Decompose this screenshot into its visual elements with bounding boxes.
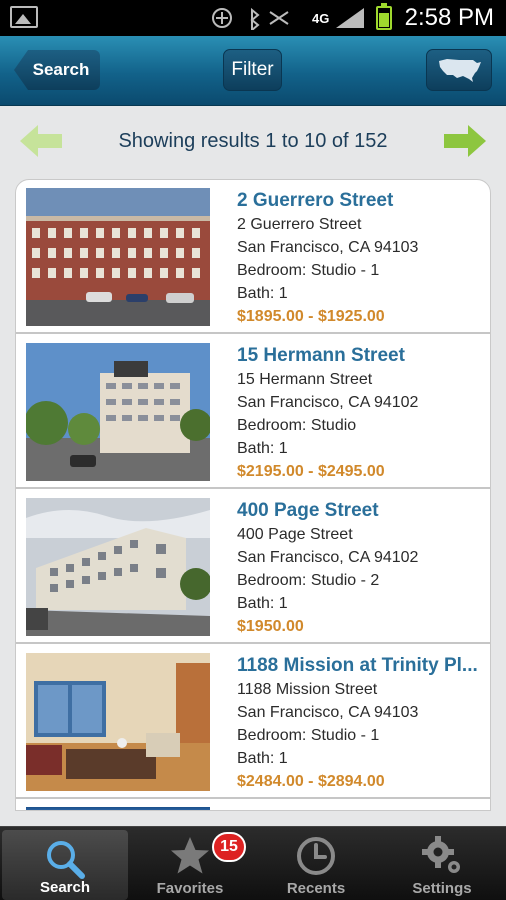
listing-address: 15 Hermann Street xyxy=(237,371,373,388)
status-time: 2:58 PM xyxy=(404,4,494,31)
listing-item[interactable]: 2 Guerrero Street 2 Guerrero Street San … xyxy=(16,180,490,334)
listing-results: 2 Guerrero Street 2 Guerrero Street San … xyxy=(15,179,491,811)
back-search-button[interactable]: Search xyxy=(14,50,100,90)
bottom-tab-bar: Search Favorites Recents Settings xyxy=(0,826,506,900)
listing-address: 1188 Mission Street xyxy=(237,681,378,698)
listing-title[interactable]: 400 Page Street xyxy=(237,500,482,524)
listing-city: San Francisco, CA 94103 xyxy=(237,704,419,721)
listing-photo xyxy=(26,188,210,326)
listing-bath: Bath: 1 xyxy=(237,595,288,612)
listing-bedroom: Bedroom: Studio - 2 xyxy=(237,572,380,589)
usa-map-icon xyxy=(439,59,481,82)
listing-price: $1895.00 - $1925.00 xyxy=(237,308,385,325)
favorites-count-badge: 15 xyxy=(212,832,246,862)
listing-bedroom: Bedroom: Studio xyxy=(237,417,357,434)
clock-icon xyxy=(297,837,335,875)
listing-bath: Bath: 1 xyxy=(237,750,288,767)
tab-search-label: Search xyxy=(39,879,91,896)
tab-settings[interactable]: Settings xyxy=(379,827,505,900)
listing-photo xyxy=(26,343,210,481)
listing-photo xyxy=(26,653,210,791)
listing-bedroom: Bedroom: Studio - 1 xyxy=(237,262,380,279)
listing-item[interactable]: 15 Hermann Street 15 Hermann Street San … xyxy=(16,335,490,489)
filter-button[interactable]: Filter xyxy=(223,49,282,91)
svg-text:4G: 4G xyxy=(312,11,329,26)
gallery-notification-icon xyxy=(10,6,38,28)
gear-icon xyxy=(422,836,460,873)
listing-bedroom: Bedroom: Studio - 1 xyxy=(237,727,380,744)
map-view-button[interactable] xyxy=(426,49,492,91)
listing-info: 1188 Mission at Trinity Pl... 1188 Missi… xyxy=(237,655,482,791)
listing-title[interactable]: 2 Guerrero Street xyxy=(237,190,482,214)
status-icons: 4G xyxy=(212,7,364,30)
status-bar: 4G 2:58 PM xyxy=(0,0,506,36)
tab-recents-label: Recents xyxy=(286,880,346,897)
listing-photo xyxy=(26,498,210,636)
listing-item[interactable]: 1188 Mission at Trinity Pl... 1188 Missi… xyxy=(16,645,490,799)
star-icon xyxy=(171,837,209,874)
tab-favorites-label: Favorites xyxy=(156,880,224,897)
battery-icon xyxy=(376,3,392,30)
listing-bath: Bath: 1 xyxy=(237,440,288,457)
top-nav-bar: Search Filter xyxy=(0,36,506,106)
listing-title[interactable]: 1188 Mission at Trinity Pl... xyxy=(237,655,482,679)
listing-info: 2 Guerrero Street 2 Guerrero Street San … xyxy=(237,190,482,326)
listing-address: 400 Page Street xyxy=(237,526,353,543)
search-icon xyxy=(47,841,85,879)
listing-price: $2195.00 - $2495.00 xyxy=(237,463,385,480)
listing-price: $2484.00 - $2894.00 xyxy=(237,773,385,790)
listing-address: 2 Guerrero Street xyxy=(237,216,362,233)
next-listing-photo-peek xyxy=(26,807,210,810)
back-button-label: Search xyxy=(32,60,90,79)
next-page-arrow-icon[interactable] xyxy=(444,123,486,159)
listing-city: San Francisco, CA 94102 xyxy=(237,549,419,566)
listing-bath: Bath: 1 xyxy=(237,285,288,302)
listing-city: San Francisco, CA 94103 xyxy=(237,239,419,256)
tab-settings-label: Settings xyxy=(412,880,472,897)
results-count: Showing results 1 to 10 of 152 xyxy=(118,130,388,152)
listing-price: $1950.00 xyxy=(237,618,304,635)
previous-page-arrow-icon[interactable] xyxy=(20,123,62,159)
tab-search[interactable]: Search xyxy=(2,830,128,900)
listing-info: 400 Page Street 400 Page Street San Fran… xyxy=(237,500,482,636)
listing-city: San Francisco, CA 94102 xyxy=(237,394,419,411)
listing-title[interactable]: 15 Hermann Street xyxy=(237,345,482,369)
listing-info: 15 Hermann Street 15 Hermann Street San … xyxy=(237,345,482,481)
tab-recents[interactable]: Recents xyxy=(253,827,379,900)
listing-item[interactable]: 400 Page Street 400 Page Street San Fran… xyxy=(16,490,490,644)
pagination-bar: Showing results 1 to 10 of 152 xyxy=(0,106,506,178)
